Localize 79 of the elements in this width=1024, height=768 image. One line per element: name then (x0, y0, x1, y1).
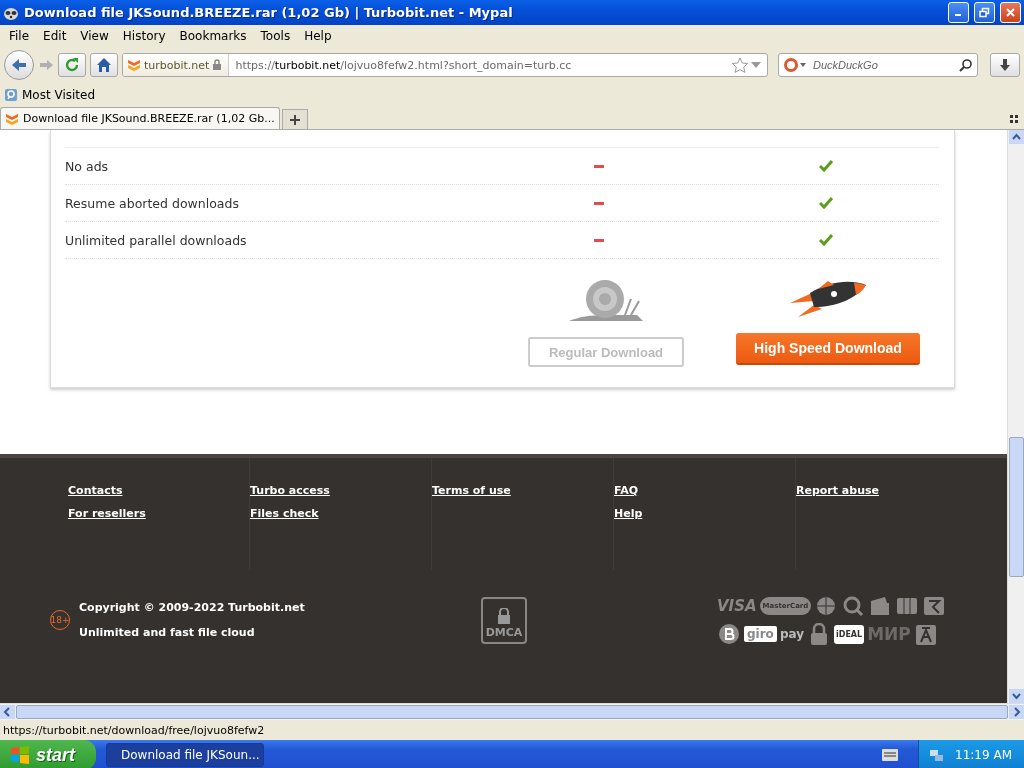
restore-icon (979, 7, 990, 18)
plus-icon (289, 114, 300, 125)
menu-item[interactable]: Bookmarks (172, 29, 254, 43)
close-icon (1005, 7, 1016, 18)
bitcoin-icon (717, 623, 741, 645)
q-logo-icon (841, 595, 866, 617)
search-icon[interactable] (959, 58, 973, 72)
restore-button[interactable] (974, 2, 995, 23)
address-bar[interactable]: turbobit.net https://turbobit.net/lojvuo8fefw2.html?short_domain=turb.cc (122, 53, 768, 77)
menu-item[interactable]: Help (297, 29, 339, 43)
scroll-left-icon[interactable] (0, 705, 15, 719)
payment-logo: VISA (717, 597, 757, 615)
download-arrow-icon (998, 58, 1012, 72)
network-icon[interactable] (929, 747, 946, 763)
site-logo-icon (127, 58, 141, 72)
rocket-icon (788, 279, 868, 319)
menu-item[interactable]: Tools (253, 29, 298, 43)
minimize-button[interactable] (948, 2, 969, 23)
lock-icon (212, 59, 223, 71)
search-engine-icon[interactable] (783, 57, 807, 73)
feature-name: Unlimited parallel downloads (65, 232, 248, 248)
bookmark-folder-icon (4, 87, 18, 102)
tagline-text: Unlimited and fast file cloud (79, 626, 256, 639)
vertical-scrollbar[interactable] (1007, 130, 1024, 703)
footer-link[interactable]: FAQ (614, 484, 639, 497)
feature-name: No ads (65, 158, 110, 174)
copyright-text: Copyright © 2009-2022 Turbobit.net (79, 601, 306, 614)
snail-icon (567, 279, 645, 323)
clock: 11:19 AM (955, 748, 1012, 762)
reload-icon (64, 57, 80, 73)
menu-item[interactable]: History (115, 29, 173, 43)
close-button[interactable] (1000, 2, 1021, 23)
menu-item[interactable]: Edit (36, 29, 74, 43)
payment-logo: giro (744, 626, 777, 642)
search-field[interactable]: DuckDuckGo (778, 53, 978, 77)
payment-logo: iDEAL (834, 624, 865, 644)
footer-link[interactable]: Turbo access (250, 484, 330, 497)
payment-logo: pay (779, 627, 804, 641)
scroll-thumb[interactable] (1008, 437, 1024, 577)
home-button[interactable] (90, 53, 118, 77)
windows-logo-icon (10, 746, 30, 764)
scroll-right-icon[interactable] (1009, 705, 1024, 719)
reload-button[interactable] (58, 53, 86, 77)
star-icon[interactable] (731, 57, 749, 73)
status-text: https://turbobit.net/download/free/lojvuo8fefw2 (3, 723, 265, 737)
a-letter-icon (913, 623, 938, 645)
url-text: https://turbobit.net/lojvuo8fefw2.html?short_domain=turb.cc (234, 58, 573, 72)
payment-logo: МИР (867, 624, 911, 644)
feature-name: Resume aborted downloads (65, 195, 240, 211)
browser-tab[interactable]: Download file JKSound.BREEZE.rar (1,02 Gb... (0, 107, 280, 129)
site-logo-icon (5, 111, 19, 126)
bookmark-item[interactable]: Most Visited (4, 87, 96, 102)
dmca-badge[interactable]: DMCA (481, 596, 527, 644)
footer-link[interactable]: Terms of use (432, 484, 511, 497)
card-logo-icon (895, 595, 920, 617)
new-tab-button[interactable] (281, 109, 308, 129)
scroll-thumb[interactable] (16, 705, 1008, 719)
footer-link[interactable]: For resellers (68, 507, 146, 520)
tab-list-icon[interactable] (1010, 115, 1018, 123)
footer-link[interactable]: Contacts (68, 484, 123, 497)
home-icon (96, 57, 112, 73)
downloads-button[interactable] (990, 53, 1020, 77)
taskbar-button[interactable]: Download file JKSoun... (106, 743, 264, 767)
back-button[interactable] (4, 50, 34, 80)
back-arrow-icon (10, 57, 28, 73)
scroll-up-icon[interactable] (1008, 130, 1024, 144)
search-input[interactable]: DuckDuckGo (811, 58, 955, 72)
footer-link[interactable]: Report abuse (796, 484, 879, 497)
keyboard-icon[interactable] (882, 749, 899, 761)
lock-icon (497, 607, 511, 624)
scroll-down-icon[interactable] (1008, 689, 1024, 703)
horizontal-scrollbar[interactable] (0, 703, 1024, 720)
window-title: Download file JKSound.BREEZE.rar (1,02 Gb) | Turbobit.net - Mypal (24, 5, 514, 20)
footer-link[interactable]: Files check (250, 507, 319, 520)
menu-item[interactable]: File (2, 29, 37, 43)
site-identity[interactable]: turbobit.net (123, 54, 230, 76)
footer-link[interactable]: Help (614, 507, 643, 520)
menu-item[interactable]: View (73, 29, 116, 43)
dropdown-icon[interactable] (749, 60, 763, 70)
